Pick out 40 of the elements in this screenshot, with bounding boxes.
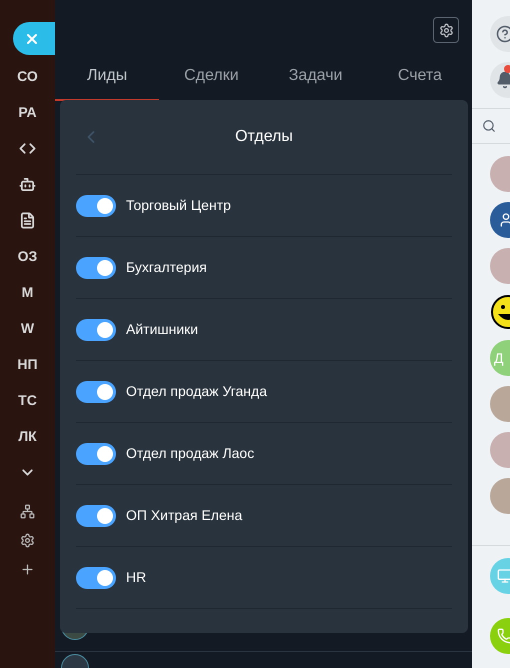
network-icon[interactable] <box>20 504 35 519</box>
department-label: Айтишники <box>126 320 198 339</box>
document-icon[interactable] <box>19 212 36 228</box>
monitor-icon <box>497 568 510 584</box>
toggle-switch[interactable] <box>76 318 116 340</box>
settings-icon[interactable] <box>20 533 35 548</box>
settings-button[interactable] <box>433 17 459 43</box>
sidebar-item[interactable]: РА <box>18 102 37 122</box>
close-button[interactable] <box>13 22 55 55</box>
sidebar-item[interactable]: ЛК <box>18 426 37 446</box>
tab[interactable]: Сделки <box>159 60 264 101</box>
plus-icon[interactable] <box>20 562 35 577</box>
sidebar-item[interactable]: ТС <box>18 390 37 410</box>
sidebar-item[interactable]: М <box>22 282 34 302</box>
sidebar-item[interactable]: W <box>20 318 34 338</box>
phone-icon <box>497 628 510 644</box>
tab[interactable]: Задачи <box>264 60 368 101</box>
department-label: Бухгалтерия <box>126 258 207 277</box>
toggle-switch[interactable] <box>76 566 116 588</box>
department-label: Отдел продаж Лаос <box>126 444 254 463</box>
department-label: Торговый Центр <box>126 196 231 215</box>
search-icon[interactable] <box>482 119 496 133</box>
tab[interactable]: Счета <box>368 60 472 101</box>
toggle-switch[interactable] <box>76 194 116 216</box>
sidebar-item[interactable]: НП <box>17 354 38 374</box>
toggle-switch[interactable] <box>76 380 116 402</box>
bell-icon <box>496 71 510 89</box>
settings-icon <box>438 22 454 38</box>
avatar-initials: Д <box>494 349 504 368</box>
toggle-switch[interactable] <box>76 256 116 278</box>
dialog-title: Отделы <box>235 127 293 147</box>
toggle-switch[interactable] <box>76 442 116 464</box>
sidebar-item[interactable]: ОЗ <box>18 246 38 266</box>
sidebar-item[interactable]: СО <box>17 66 38 86</box>
department-label: HR <box>126 568 146 587</box>
department-label: ОП Хитрая Елена <box>126 506 242 525</box>
toggle-switch[interactable] <box>76 504 116 526</box>
department-label: Отдел продаж Уганда <box>126 382 267 401</box>
help-icon <box>496 25 510 43</box>
robot-icon[interactable] <box>19 176 36 192</box>
